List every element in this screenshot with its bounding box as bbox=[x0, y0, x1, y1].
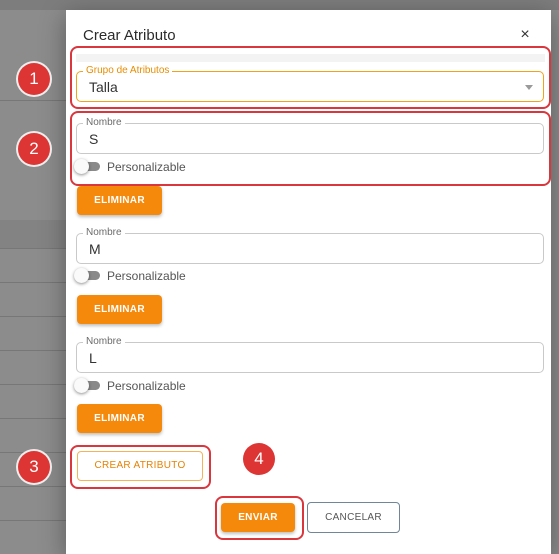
toggle-thumb bbox=[74, 378, 89, 393]
annotation-highlight-4 bbox=[215, 496, 304, 540]
annotation-highlight-3 bbox=[70, 445, 211, 489]
annotation-badge-3: 3 bbox=[18, 451, 50, 483]
dialog-title: Crear Atributo bbox=[83, 27, 176, 44]
delete-button-s[interactable]: ELIMINAR bbox=[77, 186, 162, 215]
attribute-name-value: L bbox=[89, 350, 97, 366]
toggle-thumb bbox=[74, 268, 89, 283]
cancel-button[interactable]: CANCELAR bbox=[307, 502, 400, 533]
annotation-badge-4: 4 bbox=[243, 443, 275, 475]
annotation-highlight-1 bbox=[70, 46, 551, 109]
attribute-name-field-m[interactable]: Nombre M bbox=[76, 227, 544, 264]
attribute-name-field-l[interactable]: Nombre L bbox=[76, 336, 544, 373]
customizable-label: Personalizable bbox=[107, 269, 186, 283]
delete-button-m[interactable]: ELIMINAR bbox=[77, 295, 162, 324]
customizable-toggle-l[interactable] bbox=[74, 378, 104, 393]
customizable-label: Personalizable bbox=[107, 379, 186, 393]
annotation-badge-2: 2 bbox=[18, 133, 50, 165]
annotation-highlight-2 bbox=[70, 111, 551, 186]
annotation-badge-1: 1 bbox=[18, 63, 50, 95]
customizable-toggle-m[interactable] bbox=[74, 268, 104, 283]
attribute-name-value: M bbox=[89, 241, 101, 257]
delete-button-l[interactable]: ELIMINAR bbox=[77, 404, 162, 433]
attribute-name-label: Nombre bbox=[83, 227, 125, 239]
close-icon[interactable]: × bbox=[516, 26, 534, 44]
attribute-name-label: Nombre bbox=[83, 336, 125, 348]
